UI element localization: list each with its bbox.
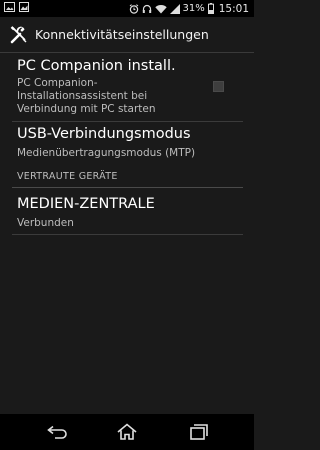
status-bar: 31% 15:01 [0,0,254,17]
trusted-device-item[interactable]: MEDIEN-ZENTRALE Verbunden [0,188,254,234]
notification-icons [0,2,29,15]
image-icon [19,2,29,15]
headset-icon [142,4,152,14]
page-title: Konnektivitätseinstellungen [35,27,209,42]
action-bar: Konnektivitätseinstellungen [0,17,254,53]
clock: 15:01 [218,2,249,15]
battery-icon [207,3,214,14]
recent-apps-icon[interactable] [184,422,210,442]
section-header-trusted-devices: VERTRAUTE GERÄTE [17,171,118,182]
home-icon[interactable] [114,422,140,442]
pc-companion-checkbox[interactable] [213,81,224,92]
signal-icon [169,3,180,14]
back-icon[interactable] [45,422,71,442]
navigation-bar [0,414,254,450]
pc-companion-item[interactable]: PC Companion install. PC Companion- Inst… [0,53,254,120]
usb-mode-subtitle: Medienübertragungsmodus (MTP) [17,147,196,159]
pc-companion-title: PC Companion install. [17,58,176,74]
alarm-icon [129,3,139,14]
trusted-device-status: Verbunden [17,217,74,229]
photo-icon [4,2,15,15]
wifi-icon [154,4,167,14]
pc-companion-subtitle-line-2: Installationsassistent bei [17,90,148,102]
trusted-device-title: MEDIEN-ZENTRALE [17,196,155,212]
system-icons: 31% 15:01 [129,3,255,15]
pc-companion-subtitle-line-1: PC Companion- [17,77,98,89]
divider [12,234,243,235]
pc-companion-subtitle-line-3: Verbindung mit PC starten [17,103,156,115]
usb-mode-title: USB-Verbindungsmodus [17,126,191,142]
battery-percent: 31% [182,3,205,14]
usb-mode-item[interactable]: USB-Verbindungsmodus Medienübertragungsm… [0,122,254,168]
wrench-screwdriver-icon[interactable] [9,25,29,45]
